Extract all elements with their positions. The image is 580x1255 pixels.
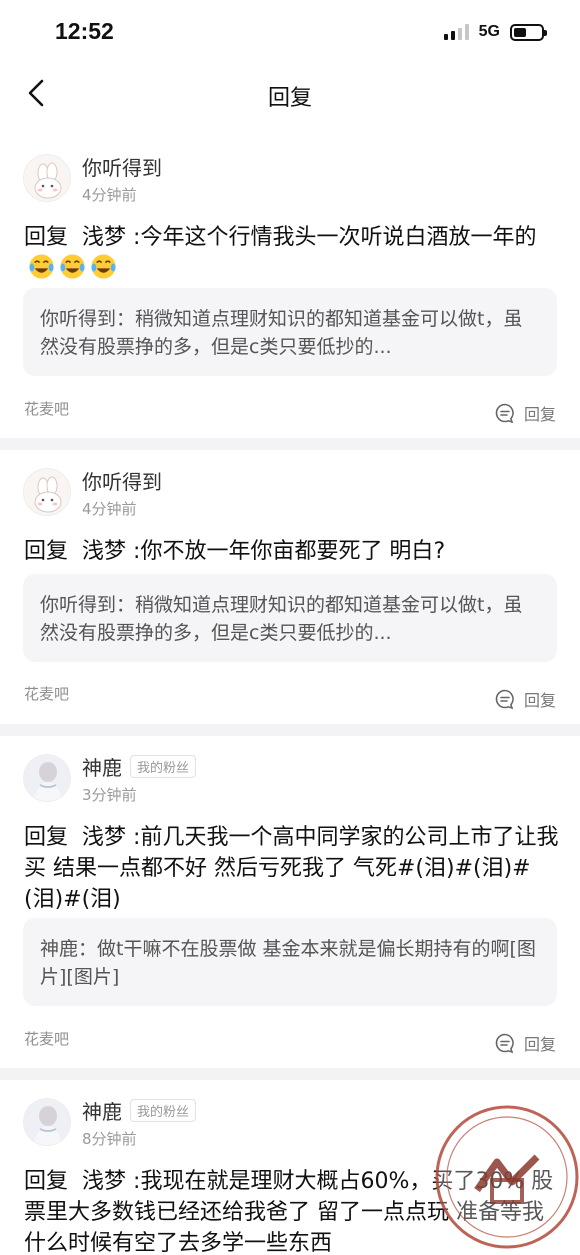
source-tag[interactable]: 花麦吧: [24, 683, 69, 704]
timestamp: 3分钟前: [82, 786, 137, 804]
divider: [0, 724, 580, 736]
status-indicators: 5G: [443, 23, 547, 41]
avatar[interactable]: [23, 468, 71, 516]
reply-content: 回复 浅梦 :今年这个行情我头一次听说白酒放一年的: [24, 222, 560, 285]
reply-prefix: 回复: [24, 225, 69, 250]
reply-target[interactable]: 浅梦: [82, 539, 126, 564]
network-type: 5G: [478, 23, 500, 40]
quoted-comment[interactable]: 你听得到：稍微知道点理财知识的都知道基金可以做t，虽然没有股票挣的多，但是c类只…: [23, 288, 557, 376]
reply-button-label: 回复: [523, 1035, 556, 1054]
laugh-cry-icon: [29, 254, 54, 279]
fan-badge: 我的粉丝: [130, 755, 197, 778]
divider: [0, 438, 580, 450]
reply-prefix: 回复: [24, 825, 69, 850]
timestamp: 4分钟前: [82, 500, 137, 518]
comment-icon: [495, 1033, 514, 1054]
avatar[interactable]: [23, 154, 71, 202]
signal-icon: [443, 24, 469, 40]
nav-bar: 回复: [0, 66, 580, 122]
quoted-comment[interactable]: 神鹿：做t干嘛不在股票做 基金本来就是偏长期持有的啊[图片][图片]: [23, 918, 557, 1006]
reply-text: :你不放一年你亩都要死了 明白?: [133, 539, 446, 564]
comment-icon: [495, 689, 514, 710]
reply-card: 你听得到 4分钟前 回复 浅梦 :今年这个行情我头一次听说白酒放一年的 你听得到…: [0, 142, 580, 438]
seal-logo-icon: [435, 1105, 579, 1249]
reply-content: 回复 浅梦 :你不放一年你亩都要死了 明白?: [24, 536, 560, 567]
reply-content: 回复 浅梦 :前几天我一个高中同学家的公司上市了让我买 结果一点都不好 然后亏死…: [24, 822, 560, 915]
username-text[interactable]: 神鹿: [82, 756, 122, 780]
girl-avatar-icon: [24, 1099, 70, 1145]
quoted-comment[interactable]: 你听得到：稍微知道点理财知识的都知道基金可以做t，虽然没有股票挣的多，但是c类只…: [23, 574, 557, 662]
reply-prefix: 回复: [24, 539, 69, 564]
reply-button[interactable]: 回复: [494, 687, 556, 711]
source-tag[interactable]: 花麦吧: [24, 1028, 69, 1049]
status-bar: 12:52 5G: [0, 0, 580, 66]
avatar[interactable]: [23, 754, 71, 802]
timestamp: 4分钟前: [82, 186, 137, 204]
reply-target[interactable]: 浅梦: [82, 1169, 126, 1194]
bunny-avatar-icon: [24, 469, 70, 515]
comment-icon: [495, 403, 514, 424]
reply-button-label: 回复: [523, 691, 556, 710]
reply-target[interactable]: 浅梦: [82, 225, 126, 250]
avatar[interactable]: [23, 1098, 71, 1146]
fan-badge: 我的粉丝: [130, 1099, 197, 1122]
username: 神鹿 我的粉丝: [82, 752, 197, 781]
username[interactable]: 你听得到: [82, 152, 162, 181]
username-text[interactable]: 神鹿: [82, 1100, 122, 1124]
bunny-avatar-icon: [24, 155, 70, 201]
reply-card: 你听得到 4分钟前 回复 浅梦 :你不放一年你亩都要死了 明白? 你听得到：稍微…: [0, 450, 580, 724]
girl-avatar-icon: [24, 755, 70, 801]
divider: [0, 1068, 580, 1080]
reply-button[interactable]: 回复: [494, 401, 556, 425]
laugh-cry-icon: [91, 254, 116, 279]
reply-card: 神鹿 我的粉丝 3分钟前 回复 浅梦 :前几天我一个高中同学家的公司上市了让我买 …: [0, 736, 580, 1068]
reply-text: :今年这个行情我头一次听说白酒放一年的: [133, 225, 537, 250]
timestamp: 8分钟前: [82, 1130, 137, 1148]
source-tag[interactable]: 花麦吧: [24, 398, 69, 419]
reply-target[interactable]: 浅梦: [82, 825, 126, 850]
status-time: 12:52: [55, 18, 114, 44]
battery-icon: [510, 23, 547, 41]
watermark-seal: [432, 1102, 580, 1252]
laugh-cry-icon: [60, 254, 85, 279]
page-title: 回复: [267, 86, 312, 111]
reply-button[interactable]: 回复: [494, 1031, 556, 1055]
reply-prefix: 回复: [24, 1169, 69, 1194]
reply-button-label: 回复: [523, 405, 556, 424]
username: 神鹿 我的粉丝: [82, 1096, 197, 1125]
username[interactable]: 你听得到: [82, 466, 162, 495]
